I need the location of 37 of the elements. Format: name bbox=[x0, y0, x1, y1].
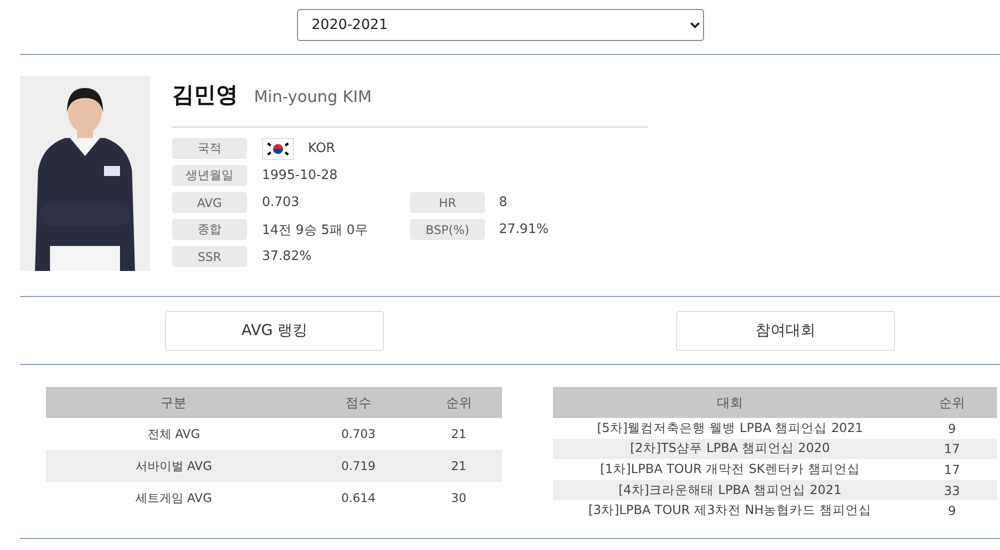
table-cell: [2차]TS샴푸 LPBA 챔피언십 2020 bbox=[553, 438, 907, 460]
table-cell: [4차]크라운해태 LPBA 챔피언십 2021 bbox=[553, 480, 907, 500]
info-value: 0.703 bbox=[262, 195, 300, 210]
player-name-english: Min-young KIM bbox=[254, 87, 372, 106]
table-cell: 전체 AVG bbox=[46, 418, 302, 450]
table-cell: [1차]LPBA TOUR 개막전 SK렌터카 챔피언십 bbox=[553, 459, 907, 480]
info-value: 14전 9승 5패 0무 bbox=[262, 222, 368, 238]
info-value: 8 bbox=[499, 195, 508, 210]
info-label: 생년월일 bbox=[172, 165, 247, 186]
table-cell: 33 bbox=[907, 480, 997, 500]
season-select[interactable]: 2020-2021 bbox=[296, 9, 704, 41]
table-cell: 17 bbox=[907, 438, 997, 460]
table-cell: 17 bbox=[907, 459, 997, 480]
info-value: 37.82% bbox=[262, 249, 312, 264]
table-cell: 0.703 bbox=[301, 418, 416, 450]
column-header: 순위 bbox=[416, 387, 502, 418]
info-label: 국적 bbox=[172, 138, 247, 159]
column-header: 순위 bbox=[907, 387, 997, 418]
info-value: KOR bbox=[308, 141, 336, 156]
tournaments-button[interactable]: 참여대회 bbox=[676, 310, 895, 350]
info-label: 종합 bbox=[172, 219, 247, 240]
column-header: 점수 bbox=[301, 387, 416, 418]
column-header: 구분 bbox=[46, 387, 302, 418]
column-header: 대회 bbox=[553, 387, 907, 418]
table-cell: 서바이벌 AVG bbox=[46, 450, 302, 482]
info-value: 27.91% bbox=[499, 222, 549, 237]
avg-ranking-button[interactable]: AVG 랭킹 bbox=[165, 310, 384, 350]
player-name: 김민영 bbox=[172, 82, 238, 110]
info-label: AVG bbox=[172, 192, 247, 213]
info-value: 1995-10-28 bbox=[262, 168, 338, 183]
korea-flag-icon bbox=[262, 138, 294, 160]
table-cell: 21 bbox=[416, 450, 502, 482]
table-cell: 0.719 bbox=[301, 450, 416, 482]
info-label: BSP(%) bbox=[410, 219, 485, 240]
table-cell: 21 bbox=[416, 418, 502, 450]
info-label: HR bbox=[410, 192, 485, 213]
info-label: SSR bbox=[172, 246, 247, 267]
